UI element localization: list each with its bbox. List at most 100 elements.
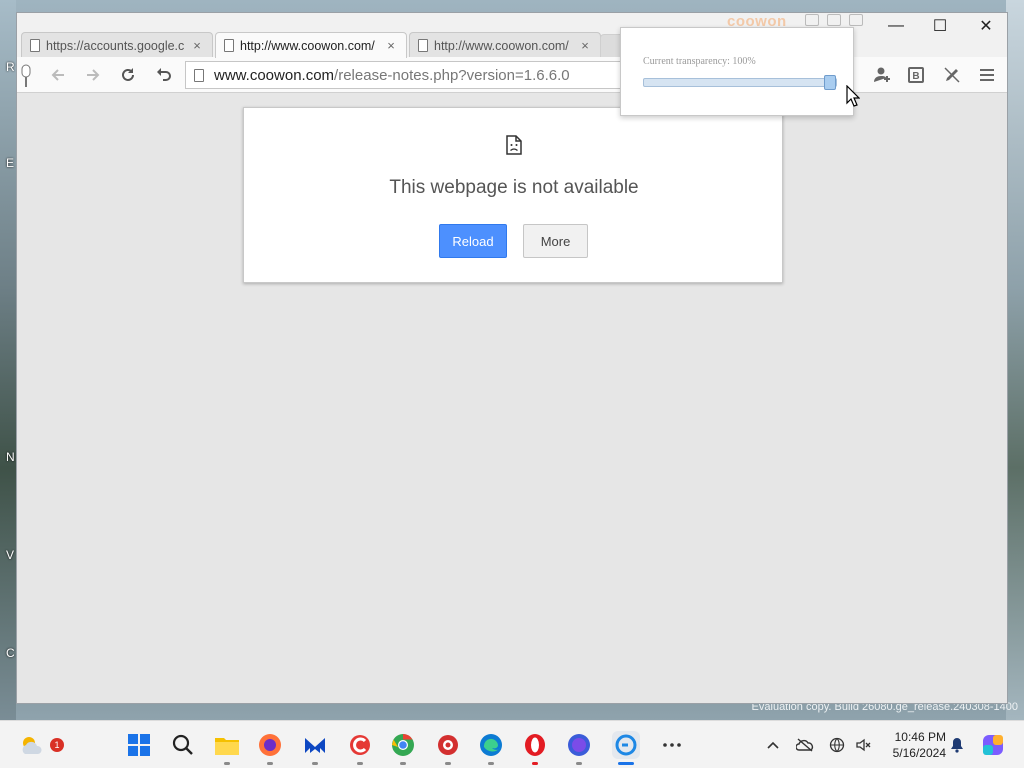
app-red-icon [438, 735, 458, 755]
sad-page-icon [506, 135, 522, 155]
app-purple-icon [568, 734, 590, 756]
coowon-icon [615, 734, 637, 756]
maximize-button[interactable]: ☐ [917, 15, 963, 37]
search-icon [172, 734, 193, 755]
more-apps-icon [663, 743, 681, 747]
pin-icon[interactable] [19, 63, 33, 89]
pen-icon [944, 67, 960, 83]
arrow-right-icon [87, 69, 100, 81]
volume-muted-icon[interactable] [854, 737, 872, 753]
firefox-icon [259, 734, 281, 756]
address-bar[interactable]: www.coowon.com/release-notes.php?version… [185, 61, 621, 89]
opera-button[interactable] [521, 731, 549, 765]
bookmark-b-button[interactable]: B [903, 63, 929, 87]
page-icon [418, 39, 428, 52]
bookmark-b-icon: B [908, 67, 924, 83]
pen-button[interactable] [939, 63, 965, 87]
ccleaner-button[interactable] [346, 731, 374, 765]
shirt-icon[interactable] [805, 14, 819, 26]
network-globe-icon[interactable] [828, 737, 846, 753]
copilot-icon[interactable] [982, 734, 1004, 756]
page-icon [194, 68, 204, 82]
malwarebytes-icon [305, 738, 325, 753]
running-indicator [488, 762, 494, 765]
tab-coowon[interactable]: http://www.coowon.com/ × [409, 32, 601, 58]
notification-bell-icon[interactable] [948, 737, 966, 753]
file-explorer-button[interactable] [213, 731, 241, 765]
tab-accounts-google[interactable]: https://accounts.google.c × [21, 32, 213, 58]
svg-text:B: B [912, 71, 919, 82]
browser-window: https://accounts.google.c × http://www.c… [16, 12, 1008, 704]
tab-coowon-release-notes[interactable]: http://www.coowon.com/ × [215, 32, 407, 58]
taskbar: 1 10:46 PM 5/16/2024 [0, 720, 1024, 768]
reload-page-button[interactable]: Reload [439, 224, 507, 258]
transparency-label: Current transparency: 100% [643, 56, 756, 67]
edge-button[interactable] [477, 731, 505, 765]
chrome-button[interactable] [389, 731, 417, 765]
running-indicator [400, 762, 406, 765]
desktop-icon-label-fragment: N [6, 450, 15, 464]
user-add-icon [874, 67, 890, 82]
notification-badge: 1 [50, 738, 64, 752]
weather-widget[interactable]: 1 [18, 731, 64, 759]
chevron-up-icon[interactable] [764, 737, 782, 753]
undo-button[interactable] [151, 63, 177, 87]
app-red-button[interactable] [434, 731, 462, 765]
reload-button[interactable] [115, 63, 141, 87]
running-indicator [445, 762, 451, 765]
running-indicator [267, 762, 273, 765]
tab-close-icon[interactable]: × [384, 38, 398, 53]
running-indicator [618, 762, 634, 765]
clock-date: 5/16/2024 [892, 746, 946, 760]
undo-icon [157, 68, 171, 81]
desktop-icon-label-fragment: C [6, 646, 15, 660]
edge-icon [480, 734, 502, 756]
more-button[interactable]: More [523, 224, 588, 258]
more-apps-button[interactable] [658, 731, 686, 759]
wallpaper-edge-right [1006, 0, 1024, 720]
page-icon [224, 39, 234, 52]
tab-close-icon[interactable]: × [578, 38, 592, 53]
malwarebytes-button[interactable] [301, 731, 329, 765]
clock-time: 10:46 PM [894, 730, 946, 744]
back-button[interactable] [45, 63, 71, 87]
search-button[interactable] [169, 731, 197, 759]
running-indicator [532, 762, 538, 765]
tab-close-icon[interactable]: × [190, 38, 204, 53]
transparency-slider[interactable] [643, 75, 837, 90]
weather-cloud-icon [22, 737, 42, 754]
running-indicator [312, 762, 318, 765]
page-icon [30, 39, 40, 52]
running-indicator [357, 762, 363, 765]
user-add-button[interactable] [869, 63, 895, 87]
desktop-icon-label-fragment: E [6, 156, 15, 170]
running-indicator [576, 762, 582, 765]
mouse-cursor-icon [846, 85, 860, 107]
close-button[interactable]: ✕ [963, 15, 1009, 37]
firefox-button[interactable] [256, 731, 284, 765]
desktop-icon-label-fragment: V [6, 548, 15, 562]
window-alt-icon[interactable] [849, 14, 863, 26]
system-clock[interactable]: 10:46 PM 5/16/2024 [880, 729, 946, 761]
app-purple-button[interactable] [565, 731, 593, 765]
chrome-icon [392, 734, 414, 756]
running-indicator [224, 762, 230, 765]
window-icon[interactable] [827, 14, 841, 26]
wallpaper-edge-left [0, 0, 16, 720]
error-title: This webpage is not available [389, 177, 639, 198]
start-icon [128, 734, 150, 756]
start-button[interactable] [125, 731, 153, 759]
coowon-button[interactable] [612, 731, 640, 765]
tab-title: https://accounts.google.c [46, 38, 185, 53]
title-bar[interactable]: https://accounts.google.c × http://www.c… [17, 13, 1009, 58]
ccleaner-icon [350, 735, 370, 755]
url-host: www.coowon.com [214, 66, 335, 84]
onedrive-offline-icon[interactable] [796, 737, 814, 753]
slider-thumb[interactable] [824, 75, 836, 90]
brand-toolbar [805, 14, 863, 26]
minimize-button[interactable]: — [873, 15, 919, 37]
menu-button[interactable] [974, 63, 1000, 87]
reload-icon [122, 68, 134, 81]
forward-button[interactable] [80, 63, 106, 87]
transparency-popup: Current transparency: 100% [620, 27, 854, 116]
